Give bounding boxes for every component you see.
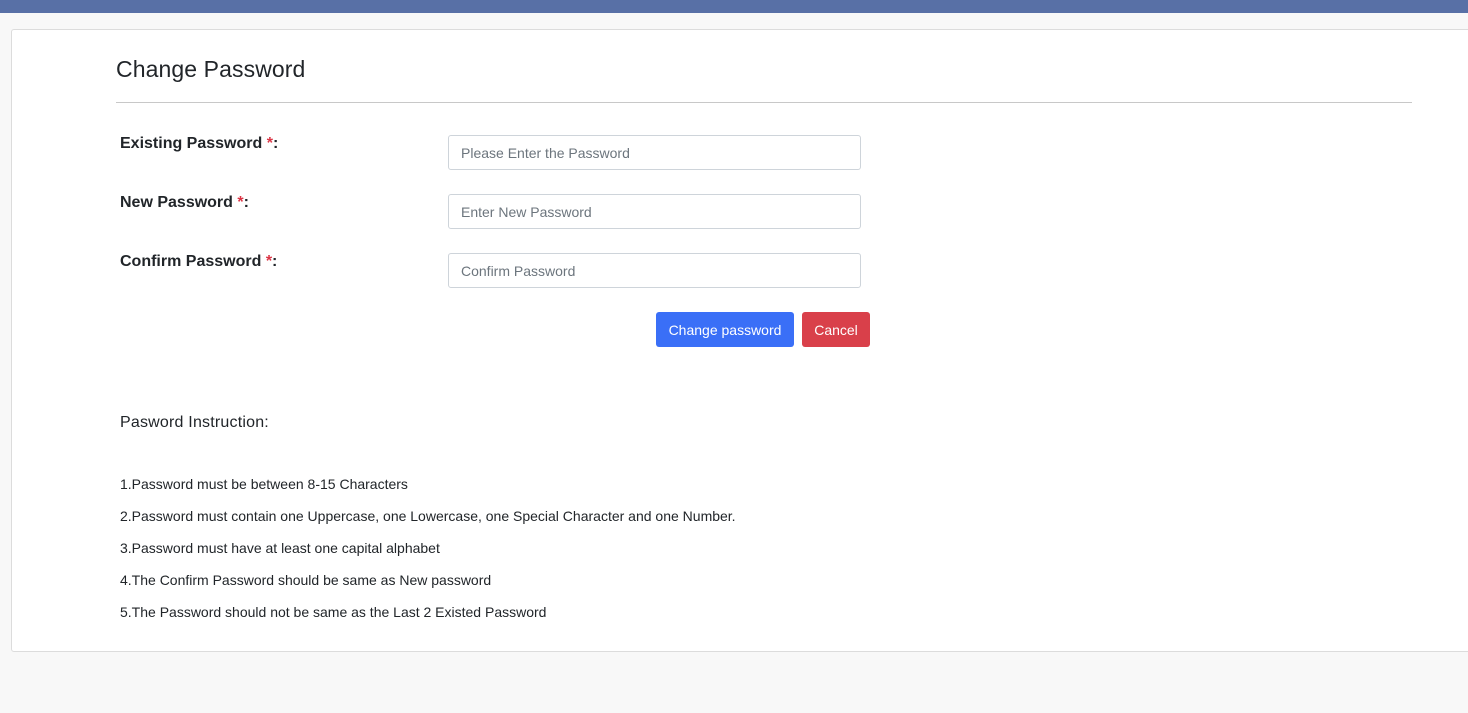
new-password-input[interactable]: [448, 194, 861, 229]
existing-password-label: Existing Password *:: [120, 135, 278, 153]
page-title: Change Password: [116, 56, 306, 82]
existing-password-label-text: Existing Password: [120, 135, 267, 152]
label-colon: :: [243, 194, 249, 211]
label-colon: :: [272, 253, 278, 270]
change-password-card: Change Password Existing Password *: New…: [11, 29, 1468, 652]
cancel-button[interactable]: Cancel: [802, 312, 870, 347]
new-password-label: New Password *:: [120, 194, 249, 212]
password-instruction-heading: Pasword Instruction:: [120, 414, 269, 431]
instruction-item: 4.The Confirm Password should be same as…: [120, 572, 492, 588]
new-password-label-text: New Password: [120, 194, 238, 211]
confirm-password-label-text: Confirm Password: [120, 253, 266, 270]
top-header-bar: [0, 0, 1468, 13]
instruction-item: 5.The Password should not be same as the…: [120, 604, 547, 620]
instruction-item: 1.Password must be between 8-15 Characte…: [120, 476, 408, 492]
title-divider: [116, 102, 1412, 103]
instruction-item: 3.Password must have at least one capita…: [120, 540, 440, 556]
confirm-password-input[interactable]: [448, 253, 861, 288]
instruction-item: 2.Password must contain one Uppercase, o…: [120, 508, 736, 524]
change-password-button[interactable]: Change password: [656, 312, 794, 347]
existing-password-input[interactable]: [448, 135, 861, 170]
label-colon: :: [272, 135, 279, 152]
confirm-password-label: Confirm Password *:: [120, 253, 277, 271]
